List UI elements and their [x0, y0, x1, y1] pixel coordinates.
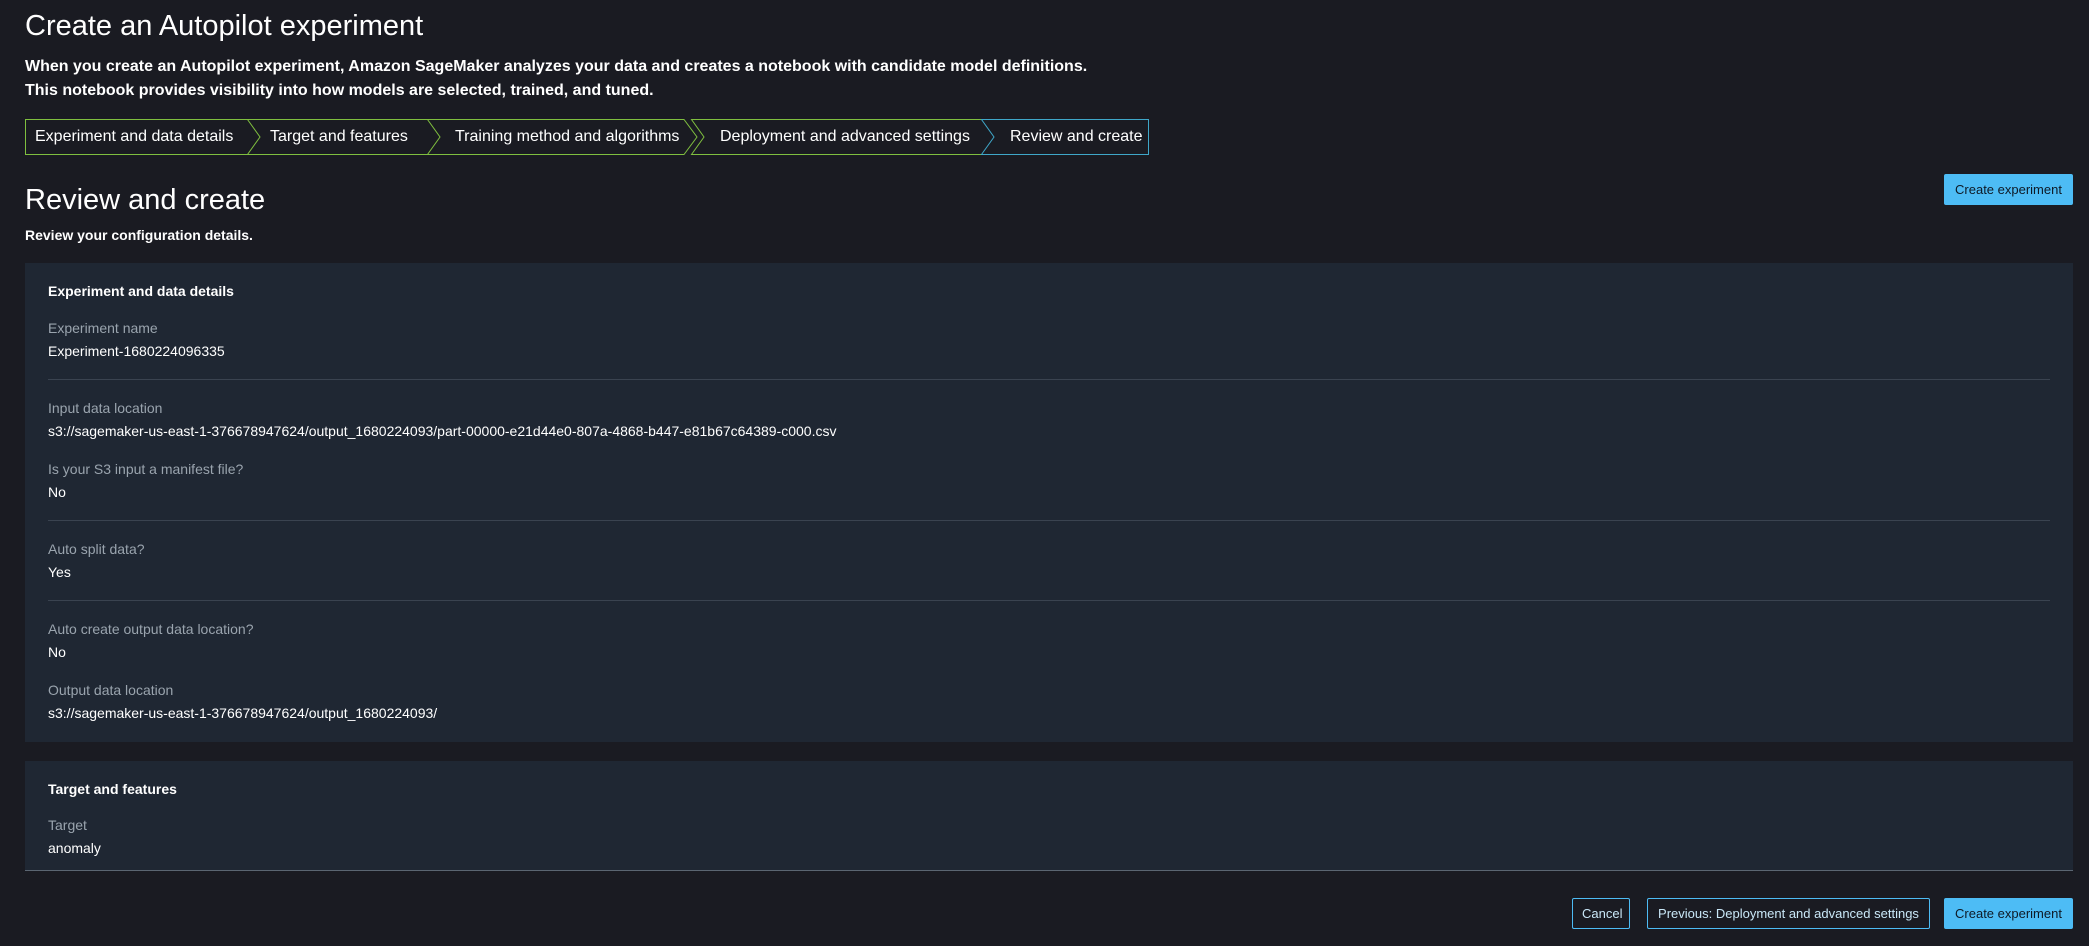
- card-heading: Experiment and data details: [48, 283, 234, 299]
- manifest-file-value: No: [48, 484, 66, 500]
- step-label: Review and create: [1010, 128, 1143, 145]
- create-experiment-button-top[interactable]: Create experiment: [1944, 174, 2073, 205]
- create-experiment-button[interactable]: Create experiment: [1944, 898, 2073, 929]
- experiment-name-value: Experiment-1680224096335: [48, 343, 225, 359]
- target-features-card: Target and features Target anomaly: [25, 761, 2073, 870]
- divider: [25, 870, 2073, 871]
- auto-split-label: Auto split data?: [48, 541, 145, 557]
- section-title: Review and create: [25, 184, 266, 216]
- divider: [48, 379, 2050, 380]
- step-deployment-and-advanced-settings[interactable]: Deployment and advanced settings: [690, 119, 997, 155]
- cancel-button[interactable]: Cancel: [1572, 898, 1630, 929]
- experiment-name-label: Experiment name: [48, 320, 158, 336]
- step-experiment-and-data-details[interactable]: Experiment and data details: [25, 119, 265, 155]
- input-data-location-value: s3://sagemaker-us-east-1-376678947624/ou…: [48, 423, 837, 439]
- section-subtitle: Review your configuration details.: [25, 227, 253, 243]
- page-title: Create an Autopilot experiment: [25, 10, 424, 42]
- target-value: anomaly: [48, 840, 101, 856]
- divider: [48, 520, 2050, 521]
- auto-create-output-value: No: [48, 644, 66, 660]
- page-description: When you create an Autopilot experiment,…: [25, 55, 1087, 103]
- step-label: Training method and algorithms: [455, 128, 680, 145]
- step-label: Experiment and data details: [35, 128, 234, 145]
- experiment-details-card: Experiment and data details Experiment n…: [25, 263, 2073, 742]
- step-review-and-create[interactable]: Review and create: [980, 119, 1149, 155]
- page-description-line-1: When you create an Autopilot experiment,…: [25, 58, 1088, 75]
- step-label: Deployment and advanced settings: [720, 128, 970, 145]
- auto-split-value: Yes: [48, 564, 71, 580]
- manifest-file-label: Is your S3 input a manifest file?: [48, 461, 244, 477]
- output-data-location-label: Output data location: [48, 682, 174, 698]
- card-heading: Target and features: [48, 781, 177, 797]
- input-data-location-label: Input data location: [48, 400, 163, 416]
- previous-button[interactable]: Previous: Deployment and advanced settin…: [1647, 898, 1930, 929]
- divider: [48, 600, 2050, 601]
- auto-create-output-label: Auto create output data location?: [48, 621, 254, 637]
- output-data-location-value: s3://sagemaker-us-east-1-376678947624/ou…: [48, 705, 438, 721]
- target-label: Target: [48, 817, 87, 833]
- page-description-line-2: This notebook provides visibility into h…: [25, 82, 654, 99]
- step-training-method-and-algorithms[interactable]: Training method and algorithms: [426, 119, 699, 155]
- step-target-and-features[interactable]: Target and features: [246, 119, 457, 155]
- step-label: Target and features: [270, 128, 408, 145]
